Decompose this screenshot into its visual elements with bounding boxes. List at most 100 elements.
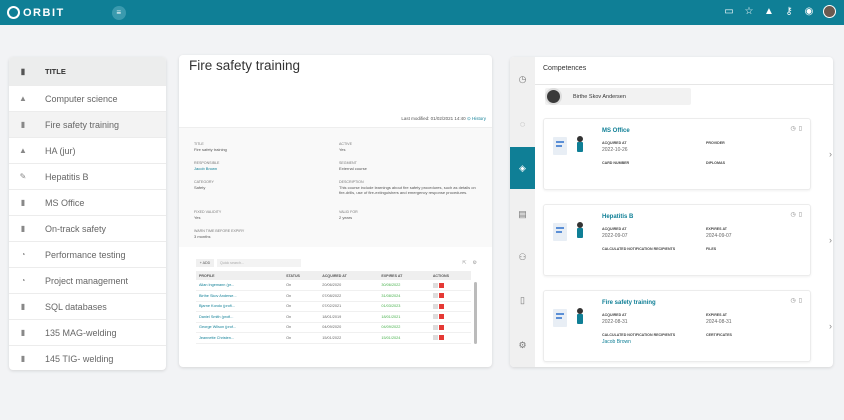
side-nav: ◷ ◌ ◈ ▤ ⚇ ▯ ⚙ — [510, 57, 535, 367]
list-item[interactable]: ▲ Computer science — [9, 85, 166, 111]
key-icon[interactable]: ⚷ — [783, 6, 795, 18]
document-icon: ▮ — [20, 66, 26, 76]
person-name: Birthe Skov Andersen — [573, 93, 626, 100]
card-label: CERTIFICATES — [706, 333, 732, 337]
card-value: 2024-09-07 — [706, 233, 732, 239]
person-chip[interactable]: Birthe Skov Andersen — [545, 88, 691, 105]
delete-icon[interactable] — [438, 303, 444, 309]
competence-card[interactable]: Fire safety training ◷ ▯ ACQUIRED AT 2022-08… — [543, 290, 832, 362]
list-item[interactable]: ✎ Hepatitis B — [9, 163, 166, 189]
gauge-icon: ◔ — [20, 250, 26, 259]
card-label: PROVIDER — [706, 141, 725, 145]
delete-icon[interactable] — [438, 282, 444, 288]
card-title[interactable]: Hepatitis B — [602, 214, 633, 220]
edit-icon[interactable] — [432, 293, 438, 299]
field-fixed-validity: FIXED VALIDITY Yes — [194, 210, 222, 220]
eye-icon[interactable]: ◉ — [803, 6, 815, 18]
competence-detail: Fire safety training Last modified: 01/0… — [179, 55, 492, 367]
history-link[interactable]: ⊙ History — [467, 116, 486, 121]
profile-link[interactable]: Bjarne Kondo (profi... — [196, 301, 284, 312]
gear-icon[interactable]: ⚙ — [510, 335, 535, 355]
card-label: ACQUIRED AT — [602, 141, 627, 145]
expires-cell: 31/08/2024 — [378, 290, 430, 302]
edit-icon[interactable] — [432, 282, 438, 288]
settings-icon[interactable]: ⚙ — [473, 260, 477, 266]
clock-icon[interactable]: ◷ — [790, 211, 795, 218]
list-item[interactable]: ◔ Project management — [9, 267, 166, 293]
field-segment: SEGMENT External course — [339, 161, 367, 171]
list-item[interactable]: ▮ On-track safety — [9, 215, 166, 241]
trash-icon[interactable]: ▯ — [799, 297, 802, 304]
chevron-right-icon[interactable]: › — [829, 235, 832, 245]
quick-search-input[interactable]: Quick search... — [217, 259, 301, 267]
phone-icon[interactable]: ▯ — [510, 290, 535, 310]
people-icon[interactable]: ⚇ — [510, 247, 535, 267]
clock-icon[interactable]: ◷ — [790, 297, 795, 304]
chat-icon[interactable]: ◌ — [510, 114, 535, 134]
col-acquired[interactable]: ACQUIRED AT — [319, 271, 379, 280]
edit-icon[interactable] — [432, 314, 438, 320]
profile-link[interactable]: Daniel Smith (profi... — [196, 311, 284, 323]
table-scrollbar[interactable] — [474, 282, 477, 344]
user-avatar[interactable] — [823, 5, 836, 18]
logo[interactable]: ORBIT — [7, 6, 65, 19]
col-status[interactable]: STATUS — [283, 271, 320, 280]
col-profile[interactable]: PROFILE — [196, 271, 284, 280]
clock-icon[interactable]: ◷ — [790, 125, 795, 132]
card-value[interactable]: Jacob Brown — [602, 339, 631, 345]
graduation-cap-icon[interactable]: ▲ — [763, 6, 775, 18]
competences-panel: ◷ ◌ ◈ ▤ ⚇ ▯ ⚙ Competences Birthe Skov An… — [510, 57, 833, 367]
field-segment-value: External course — [339, 166, 367, 171]
list-item[interactable]: ▮ SQL databases — [9, 293, 166, 319]
star-icon[interactable]: ☆ — [743, 6, 755, 18]
list-item[interactable]: ▮ Fire safety training — [9, 111, 166, 137]
expires-cell: 04/09/2022 — [378, 322, 430, 333]
chevron-right-icon[interactable]: › — [829, 149, 832, 159]
competence-list: ▮ TITLE ▲ Computer science ▮ Fire safety tr… — [9, 57, 166, 370]
add-button[interactable]: + ADD — [196, 259, 214, 267]
list-item[interactable]: ▮ 145 TIG- welding — [9, 345, 166, 370]
actions-cell — [429, 301, 471, 312]
profile-link[interactable]: Allan Ingemann (pr... — [196, 280, 284, 291]
profile-link[interactable]: Jeannette Christen... — [196, 332, 284, 344]
list-item[interactable]: ▮ MS Office — [9, 189, 166, 215]
list-header-title[interactable]: TITLE — [45, 67, 66, 76]
last-modified-text: Last modified: 01/02/2021 14:40 — [401, 116, 466, 121]
clock-icon[interactable]: ◷ — [510, 69, 535, 89]
profile-link[interactable]: George Wilson (prof... — [196, 322, 284, 333]
inbox-icon[interactable]: ▭ — [723, 6, 735, 18]
trash-icon[interactable]: ▯ — [799, 211, 802, 218]
profile-link[interactable]: Birthe Skov Anderse... — [196, 290, 284, 302]
edit-icon[interactable] — [432, 324, 438, 330]
edit-icon[interactable] — [432, 303, 438, 309]
status-cell: On — [283, 301, 320, 312]
last-modified: Last modified: 01/02/2021 14:40 ⊙ Histor… — [401, 116, 486, 122]
page-title: Fire safety training — [189, 58, 301, 73]
export-icon[interactable]: ⇱ — [462, 260, 466, 266]
competence-card[interactable]: Hepatitis B ◷ ▯ ACQUIRED AT 2022-09-07 EXPIRE… — [543, 204, 832, 276]
table-row: Birthe Skov Anderse... On 07/08/2022 31/08/… — [196, 290, 471, 302]
card-title[interactable]: Fire safety training — [602, 300, 656, 306]
card-title[interactable]: MS Office — [602, 128, 630, 134]
responsible-link[interactable]: Jacob Brown — [194, 166, 219, 171]
syringe-icon: ✎ — [19, 172, 27, 181]
delete-icon[interactable] — [438, 335, 444, 341]
list-item[interactable]: ▲ HA (jur) — [9, 137, 166, 163]
delete-icon[interactable] — [438, 324, 444, 330]
document-list-icon[interactable]: ▤ — [510, 204, 535, 224]
list-item-label: Computer science — [45, 93, 118, 104]
list-item[interactable]: ◔ Performance testing — [9, 241, 166, 267]
competence-card[interactable]: MS Office ◷ ▯ ACQUIRED AT 2022-10-26 PROVIDER… — [543, 118, 832, 190]
delete-icon[interactable] — [438, 293, 444, 299]
edit-icon[interactable] — [432, 335, 438, 341]
competences-tab-icon[interactable]: ◈ — [510, 147, 535, 189]
list-item[interactable]: ▮ 135 MAG-welding — [9, 319, 166, 345]
trash-icon[interactable]: ▯ — [799, 125, 802, 132]
actions-cell — [429, 322, 471, 333]
chevron-right-icon[interactable]: › — [829, 321, 832, 331]
card-illustration — [553, 308, 583, 327]
delete-icon[interactable] — [438, 314, 444, 320]
col-expires[interactable]: EXPIRES AT — [378, 271, 430, 280]
menu-button[interactable]: ≡ — [111, 5, 126, 20]
list-item-label: SQL databases — [45, 301, 107, 312]
